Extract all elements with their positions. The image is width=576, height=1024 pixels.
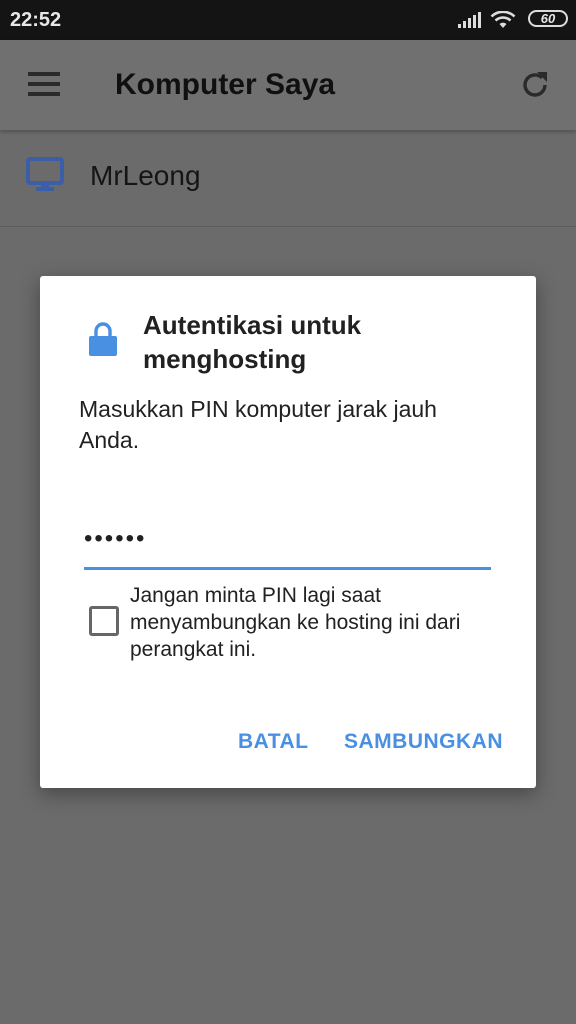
- dialog-message: Masukkan PIN komputer jarak jauh Anda.: [79, 396, 437, 453]
- host-name: MrLeong: [90, 160, 201, 191]
- connect-button[interactable]: SAMBUNGKAN: [344, 730, 503, 754]
- monitor-icon: [26, 157, 64, 191]
- battery-icon: 60: [528, 10, 568, 27]
- pin-field[interactable]: [84, 521, 491, 570]
- signal-icon: [458, 12, 481, 28]
- remember-label: Jangan minta PIN lagi saat menyambungkan…: [130, 584, 461, 661]
- refresh-icon[interactable]: [518, 68, 552, 102]
- remember-checkbox[interactable]: [89, 606, 119, 636]
- status-bar: 22:52 60: [0, 0, 576, 40]
- auth-dialog: Autentikasi untuk menghosting Masukkan P…: [40, 276, 536, 788]
- battery-level: 60: [540, 11, 556, 26]
- page-title: Komputer Saya: [115, 68, 336, 101]
- status-time: 22:52: [10, 9, 62, 31]
- lock-icon: [89, 322, 117, 356]
- cancel-button[interactable]: BATAL: [238, 730, 309, 754]
- pin-input[interactable]: [84, 521, 491, 553]
- app-bar: Komputer Saya: [0, 40, 576, 130]
- host-list-item[interactable]: MrLeong: [0, 130, 576, 227]
- wifi-icon: [490, 11, 516, 28]
- dialog-title: Autentikasi untuk menghosting: [143, 310, 362, 374]
- menu-icon[interactable]: [28, 72, 60, 102]
